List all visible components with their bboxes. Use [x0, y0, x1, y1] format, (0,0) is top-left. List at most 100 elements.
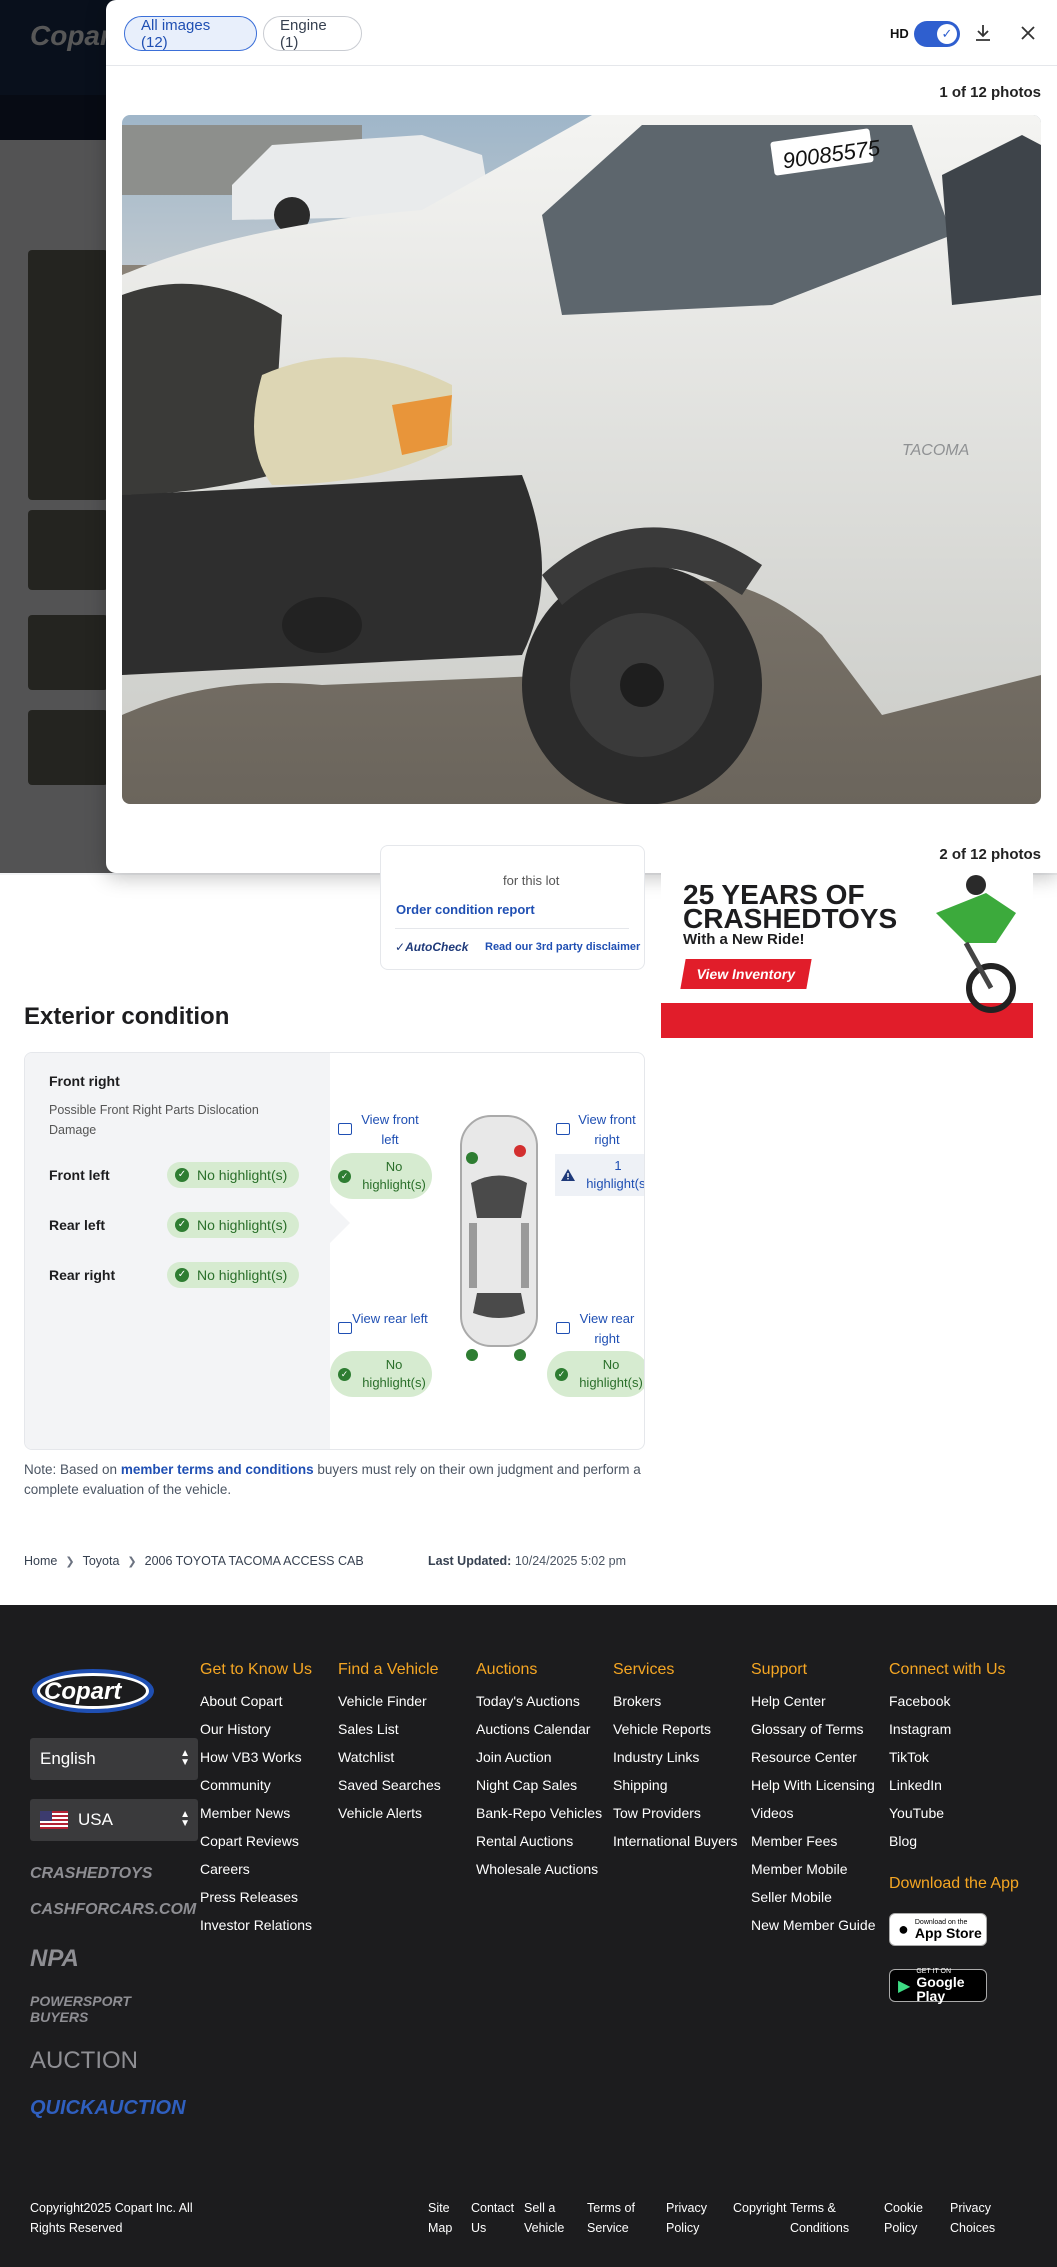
order-condition-report-link[interactable]: Order condition report	[396, 902, 535, 917]
footer-link[interactable]: Today's Auctions	[476, 1691, 602, 1719]
front-left-marker[interactable]	[466, 1152, 478, 1164]
footer-link[interactable]: Our History	[200, 1719, 312, 1747]
terms-of-service-link[interactable]: Terms of Service	[587, 2198, 657, 2238]
footer-link[interactable]: Night Cap Sales	[476, 1775, 602, 1803]
status-badge: ✓ No highlight(s)	[167, 1162, 300, 1188]
rear-left-status: ✓ No highlight(s)	[330, 1351, 432, 1397]
footer-link[interactable]: Shipping	[613, 1775, 738, 1803]
hd-toggle[interactable]: ✓	[914, 21, 960, 47]
condition-summary-panel: Front right Possible Front Right Parts D…	[25, 1053, 330, 1449]
footer-link[interactable]: New Member Guide	[751, 1915, 876, 1943]
vehicle-photo[interactable]: 90085575 TACOMA	[122, 115, 1041, 804]
member-terms-link[interactable]: member terms and conditions	[121, 1462, 314, 1477]
footer-link[interactable]: Vehicle Alerts	[338, 1803, 441, 1831]
facebook-link[interactable]: Facebook	[889, 1691, 1019, 1719]
front-right-marker[interactable]	[514, 1145, 526, 1157]
contact-us-link[interactable]: Contact Us	[471, 2198, 521, 2238]
footer-link[interactable]: Brokers	[613, 1691, 738, 1719]
front-right-title: Front right	[49, 1073, 120, 1089]
purplewave-auction-logo[interactable]: AUCTION	[30, 2047, 138, 2075]
breadcrumb-make[interactable]: Toyota	[83, 1554, 120, 1568]
footer-link[interactable]: Help Center	[751, 1691, 876, 1719]
footer-link[interactable]: Auctions Calendar	[476, 1719, 602, 1747]
footer-column-support: Support Help Center Glossary of Terms Re…	[751, 1661, 876, 1943]
section-title: Exterior condition	[24, 1003, 230, 1030]
country-select[interactable]: USA ▲ ▼	[30, 1799, 198, 1841]
breadcrumb-home[interactable]: Home	[24, 1554, 57, 1568]
view-inventory-button[interactable]: View Inventory	[680, 959, 812, 989]
car-diagram	[460, 1115, 538, 1347]
footer-link[interactable]: International Buyers	[613, 1831, 738, 1859]
privacy-choices-link[interactable]: Privacy Choices	[950, 2198, 1010, 2238]
footer-link[interactable]: Tow Providers	[613, 1803, 738, 1831]
footer-link[interactable]: Community	[200, 1775, 312, 1803]
cashforcars-logo[interactable]: CASHFORCARS.COM	[30, 1901, 196, 1919]
download-icon	[976, 25, 990, 41]
app-store-button[interactable]: ● Download on the App Store	[889, 1913, 987, 1946]
tiktok-link[interactable]: TikTok	[889, 1747, 1019, 1775]
cookie-policy-link[interactable]: Cookie Policy	[884, 2198, 934, 2238]
footer-link[interactable]: How VB3 Works	[200, 1747, 312, 1775]
view-front-right-link[interactable]: View front right	[569, 1110, 644, 1150]
download-button[interactable]	[968, 18, 998, 48]
footer-link[interactable]: Member Fees	[751, 1831, 876, 1859]
site-footer: Copart English ▲ ▼ USA ▲ ▼ CRASHEDTOYS CAS…	[0, 1605, 1057, 2267]
close-button[interactable]	[1013, 18, 1043, 48]
check-icon: ✓	[175, 1168, 189, 1182]
language-select[interactable]: English ▲ ▼	[30, 1738, 198, 1780]
status-badge: ✓ No highlight(s)	[167, 1262, 300, 1288]
view-rear-left-link[interactable]: View rear left	[352, 1309, 428, 1329]
crashedtoys-logo[interactable]: CRASHEDTOYS	[30, 1865, 152, 1883]
footer-link[interactable]: Member News	[200, 1803, 312, 1831]
tab-all-images[interactable]: All images (12)	[124, 16, 257, 51]
copyright-link[interactable]: Copyright	[733, 2198, 793, 2218]
footer-link[interactable]: Copart Reviews	[200, 1831, 312, 1859]
rear-right-marker[interactable]	[514, 1349, 526, 1361]
footer-link[interactable]: Join Auction	[476, 1747, 602, 1775]
blog-link[interactable]: Blog	[889, 1831, 1019, 1859]
powersport-buyers-logo[interactable]: POWERSPORT BUYERS	[30, 1993, 190, 2025]
tab-engine[interactable]: Engine (1)	[263, 16, 362, 51]
footer-link[interactable]: Careers	[200, 1859, 312, 1887]
last-updated: Last Updated: 10/24/2025 5:02 pm	[428, 1554, 627, 1568]
footer-link[interactable]: Videos	[751, 1803, 876, 1831]
site-map-link[interactable]: Site Map	[428, 2198, 468, 2238]
third-party-disclaimer-link[interactable]: Read our 3rd party disclaimer	[485, 941, 640, 953]
footer-link[interactable]: Help With Licensing	[751, 1775, 876, 1803]
copyright-text: Copyright2025 Copart Inc. All Rights Res…	[30, 2201, 193, 2235]
copart-logo[interactable]: Copart	[30, 1667, 156, 1715]
check-icon: ✓	[175, 1218, 189, 1232]
footer-link[interactable]: Rental Auctions	[476, 1831, 602, 1859]
footer-link[interactable]: Resource Center	[751, 1747, 876, 1775]
privacy-policy-link[interactable]: Privacy Policy	[666, 2198, 716, 2238]
footer-link[interactable]: Glossary of Terms	[751, 1719, 876, 1747]
footer-link[interactable]: Vehicle Reports	[613, 1719, 738, 1747]
google-play-button[interactable]: ▶ GET IT ON Google Play	[889, 1968, 987, 2003]
terms-conditions-link[interactable]: Terms & Conditions	[790, 2198, 870, 2238]
footer-link[interactable]: Wholesale Auctions	[476, 1859, 602, 1887]
crashedtoys-ad[interactable]: 25 YEARS OF CRASHEDTOYS With a New Ride!…	[661, 873, 1033, 1038]
footer-link[interactable]: Saved Searches	[338, 1775, 441, 1803]
instagram-link[interactable]: Instagram	[889, 1719, 1019, 1747]
footer-link[interactable]: Investor Relations	[200, 1915, 312, 1943]
footer-link[interactable]: About Copart	[200, 1691, 312, 1719]
footer-link[interactable]: Press Releases	[200, 1887, 312, 1915]
close-icon	[1021, 26, 1035, 40]
footer-link[interactable]: Vehicle Finder	[338, 1691, 441, 1719]
view-front-left-link[interactable]: View front left	[352, 1110, 428, 1150]
view-rear-right-link[interactable]: View rear right	[569, 1309, 644, 1349]
quickauction-logo[interactable]: QUICKAUCTION	[30, 2097, 186, 2120]
footer-link[interactable]: Bank-Repo Vehicles	[476, 1803, 602, 1831]
footer-link[interactable]: Industry Links	[613, 1747, 738, 1775]
sell-a-vehicle-link[interactable]: Sell a Vehicle	[524, 2198, 574, 2238]
footer-link[interactable]: Member Mobile	[751, 1859, 876, 1887]
footer-link[interactable]: Watchlist	[338, 1747, 441, 1775]
footer-link[interactable]: Seller Mobile	[751, 1887, 876, 1915]
footer-link[interactable]: Sales List	[338, 1719, 441, 1747]
rear-left-marker[interactable]	[466, 1349, 478, 1361]
youtube-link[interactable]: YouTube	[889, 1803, 1019, 1831]
check-icon: ✓	[937, 24, 957, 44]
npa-logo[interactable]: NPA	[30, 1945, 79, 1973]
linkedin-link[interactable]: LinkedIn	[889, 1775, 1019, 1803]
download-app-heading: Download the App	[889, 1875, 1019, 1892]
